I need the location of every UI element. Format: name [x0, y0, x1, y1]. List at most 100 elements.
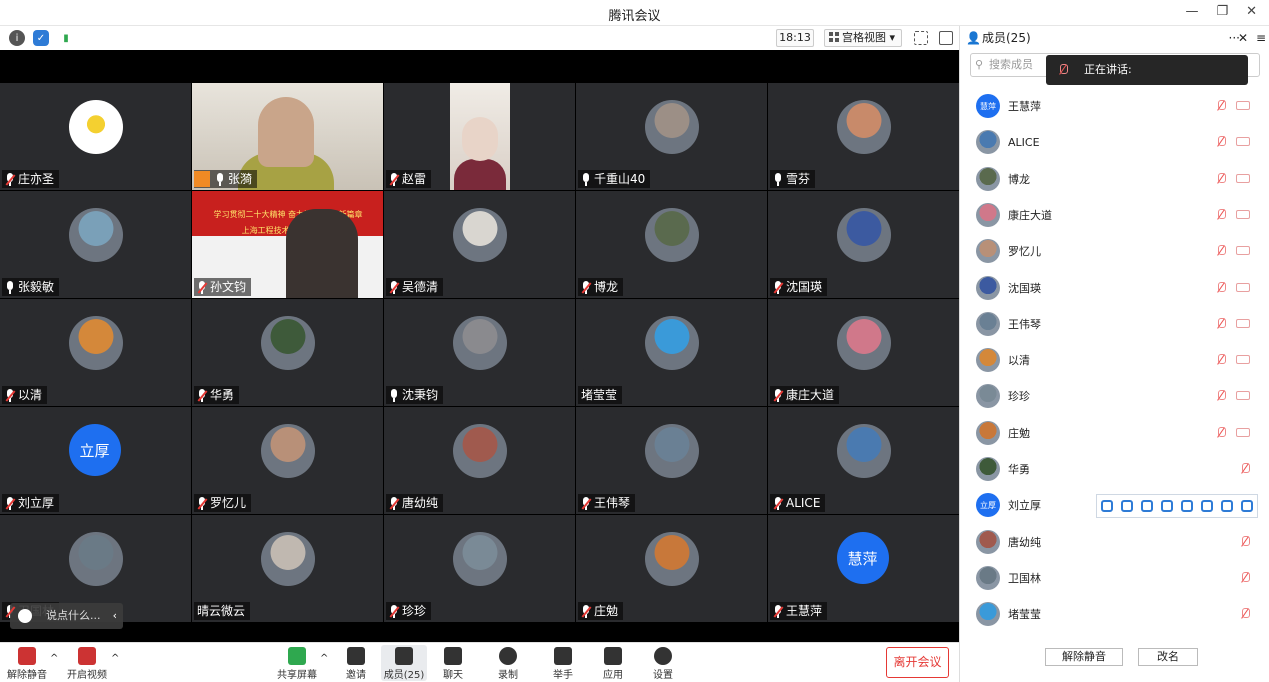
video-tile[interactable]: 张漪: [192, 83, 383, 190]
camera-off-icon[interactable]: [1236, 318, 1250, 328]
video-tile[interactable]: 堵莹莹: [576, 299, 767, 406]
member-row[interactable]: 以清: [960, 342, 1269, 378]
mic-muted-icon[interactable]: [1216, 100, 1226, 112]
camera-off-icon[interactable]: [1236, 391, 1250, 401]
language-icon[interactable]: [1121, 500, 1133, 512]
unmute-button[interactable]: 解除静音: [4, 645, 50, 681]
minimize-icon[interactable]: —: [1185, 4, 1198, 19]
video-tile[interactable]: 晴云微云: [192, 515, 383, 622]
shield-icon[interactable]: ✓: [33, 30, 49, 46]
mic-muted-icon[interactable]: [1216, 390, 1226, 402]
member-row[interactable]: 唐幼纯: [960, 524, 1269, 560]
mic-muted-icon[interactable]: [1240, 571, 1250, 584]
video-tile[interactable]: 华勇: [192, 299, 383, 406]
paw-icon[interactable]: [1101, 500, 1113, 512]
dots-icon[interactable]: [1141, 500, 1153, 512]
fullscreen-icon[interactable]: [914, 31, 928, 45]
video-tile[interactable]: 沈国瑛: [768, 191, 959, 298]
mic-muted-icon[interactable]: [1216, 245, 1226, 257]
unmute-all-button[interactable]: 解除静音: [1045, 648, 1123, 666]
member-row[interactable]: ALICE: [960, 124, 1269, 160]
pen-icon[interactable]: [1201, 500, 1213, 512]
mic-muted-icon[interactable]: [1216, 136, 1226, 148]
video-tile[interactable]: 王伟琴: [576, 407, 767, 514]
info-icon[interactable]: i: [9, 30, 25, 46]
video-tile[interactable]: 康庄大道: [768, 299, 959, 406]
video-tile[interactable]: 以清: [0, 299, 191, 406]
video-tile[interactable]: 博龙: [576, 191, 767, 298]
video-tile[interactable]: 沈秉钧: [384, 299, 575, 406]
mic-muted-icon[interactable]: [1240, 463, 1250, 475]
video-tile[interactable]: 立厚 刘立厚: [0, 407, 191, 514]
grid-icon[interactable]: [1241, 500, 1253, 512]
camera-off-icon[interactable]: [1236, 427, 1250, 437]
camera-off-icon[interactable]: [1236, 209, 1250, 219]
video-tile[interactable]: 赵雷: [384, 83, 575, 190]
view-mode-select[interactable]: 宫格视图 ▾: [824, 29, 902, 47]
rename-button[interactable]: 改名: [1138, 648, 1198, 666]
members-button[interactable]: 成员(25): [381, 645, 427, 681]
member-row[interactable]: 珍珍: [960, 378, 1269, 414]
mic-muted-icon[interactable]: [1216, 317, 1226, 330]
camera-off-icon[interactable]: [1236, 246, 1250, 256]
video-tile[interactable]: 珍珍: [384, 515, 575, 622]
leave-meeting-button[interactable]: 离开会议: [886, 647, 949, 678]
mic-muted-icon[interactable]: [1216, 354, 1226, 366]
member-row[interactable]: 卫国林: [960, 560, 1269, 596]
member-action-toolbar[interactable]: [1096, 494, 1258, 518]
member-row[interactable]: 王伟琴: [960, 306, 1269, 342]
camera-off-icon[interactable]: [1236, 355, 1250, 365]
mic-muted-icon[interactable]: [1216, 172, 1226, 185]
video-tile[interactable]: 庄亦圣: [0, 83, 191, 190]
camera-off-icon[interactable]: [1236, 101, 1250, 110]
menu-icon[interactable]: ≡: [1256, 26, 1266, 50]
invite-button[interactable]: 邀请: [333, 645, 379, 681]
mic-muted-icon[interactable]: [1240, 608, 1250, 620]
video-tile[interactable]: 唐幼纯: [384, 407, 575, 514]
close-icon[interactable]: ✕: [1238, 26, 1248, 50]
record-button[interactable]: 录制: [485, 645, 531, 681]
member-row[interactable]: 博龙: [960, 161, 1269, 197]
chevron-up-icon[interactable]: ^: [320, 653, 328, 664]
member-row[interactable]: 华勇: [960, 451, 1269, 487]
video-tile[interactable]: 张毅敏: [0, 191, 191, 298]
member-row[interactable]: 庄勉: [960, 415, 1269, 451]
video-tile[interactable]: 吴德清: [384, 191, 575, 298]
share-screen-button[interactable]: 共享屏幕: [274, 645, 320, 681]
video-tile[interactable]: 庄勉: [576, 515, 767, 622]
video-tile[interactable]: 学习贯彻二十大精神 奋力谱写 工作新篇章上海工程技术大学20 会议孙文钧: [192, 191, 383, 298]
member-row[interactable]: 康庄大道: [960, 197, 1269, 233]
video-tile[interactable]: 罗忆儿: [192, 407, 383, 514]
emoji-icon[interactable]: [18, 609, 32, 623]
video-tile[interactable]: 慧萍 王慧萍: [768, 515, 959, 622]
apps-button[interactable]: 应用: [590, 645, 636, 681]
moon-icon[interactable]: [1181, 500, 1193, 512]
camera-off-icon[interactable]: [1236, 282, 1250, 292]
sidebar-toggle-icon[interactable]: [939, 31, 953, 45]
member-row[interactable]: 罗忆儿: [960, 233, 1269, 269]
settings-button[interactable]: 设置: [640, 645, 686, 681]
chevron-up-icon[interactable]: ^: [50, 653, 58, 664]
chat-quick-input[interactable]: 说点什么... ‹: [10, 603, 123, 629]
video-tile[interactable]: 雪芬: [768, 83, 959, 190]
screen-icon[interactable]: [1161, 500, 1173, 512]
mic-muted-icon[interactable]: [1216, 208, 1226, 221]
mic-muted-icon[interactable]: [1240, 535, 1250, 548]
member-row[interactable]: 慧萍 王慧萍: [960, 88, 1269, 124]
camera-off-icon[interactable]: [1236, 173, 1250, 183]
close-icon[interactable]: ✕: [1246, 4, 1257, 19]
start-video-button[interactable]: 开启视频: [64, 645, 110, 681]
camera-off-icon[interactable]: [1236, 137, 1250, 147]
raise-hand-button[interactable]: 举手: [540, 645, 586, 681]
chevron-left-icon[interactable]: ‹: [113, 603, 117, 629]
video-tile[interactable]: 千重山40: [576, 83, 767, 190]
video-tile[interactable]: ALICE: [768, 407, 959, 514]
chevron-up-icon[interactable]: ^: [111, 653, 119, 664]
member-row[interactable]: 堵莹莹: [960, 596, 1269, 632]
mic-muted-icon[interactable]: [1216, 426, 1226, 439]
chat-button[interactable]: 聊天: [430, 645, 476, 681]
signal-icon[interactable]: ▮: [58, 30, 74, 46]
user-icon[interactable]: [1221, 500, 1233, 512]
mic-muted-icon[interactable]: [1216, 281, 1226, 294]
member-row[interactable]: 沈国瑛: [960, 270, 1269, 306]
